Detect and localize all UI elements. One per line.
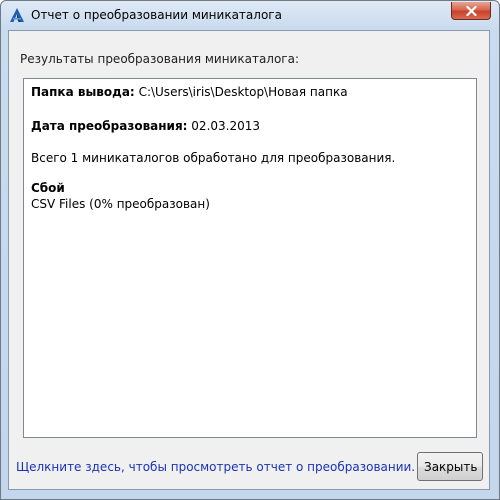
- close-button[interactable]: Закрыть: [417, 452, 483, 481]
- report-panel[interactable]: Папка вывода: C:\Users\iris\Desktop\Нова…: [23, 78, 477, 438]
- view-report-link[interactable]: Щелкните здесь, чтобы просмотреть отчет …: [16, 460, 415, 474]
- window-title: Отчет о преобразовании миникаталога: [31, 8, 282, 22]
- results-header-label: Результаты преобразования миникаталога:: [20, 52, 300, 66]
- failure-label: Сбой: [31, 181, 65, 195]
- conversion-date-value: 02.03.2013: [191, 119, 261, 133]
- conversion-date-line: Дата преобразования: 02.03.2013: [31, 119, 260, 133]
- window-close-button[interactable]: [451, 2, 491, 20]
- app-logo-icon: [9, 7, 25, 23]
- output-folder-label: Папка вывода:: [31, 85, 135, 99]
- summary-text: Всего 1 миникаталогов обработано для пре…: [31, 151, 396, 165]
- conversion-date-label: Дата преобразования:: [31, 119, 188, 133]
- title-bar[interactable]: Отчет о преобразовании миникаталога: [1, 1, 499, 30]
- output-folder-line: Папка вывода: C:\Users\iris\Desktop\Нова…: [31, 85, 348, 99]
- close-icon: [466, 6, 477, 16]
- output-folder-value: C:\Users\iris\Desktop\Новая папка: [138, 85, 348, 99]
- failure-item: CSV Files (0% преобразован): [31, 197, 210, 211]
